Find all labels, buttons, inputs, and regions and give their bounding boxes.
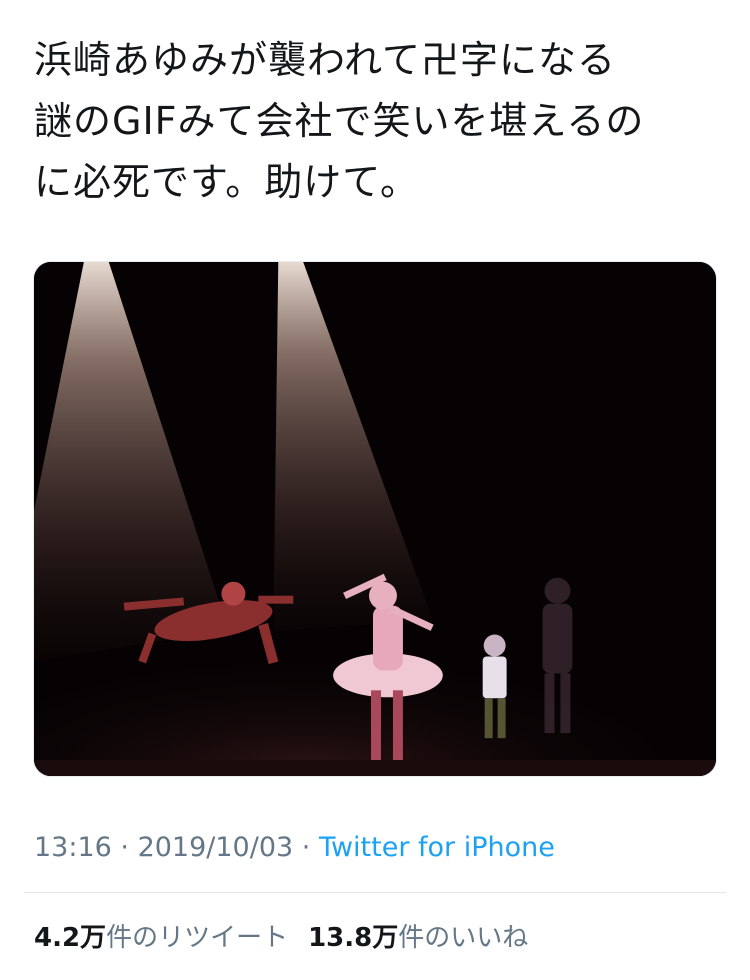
likes-label: 件のいいね [398, 923, 529, 953]
tweet-media-gif[interactable] [33, 261, 717, 777]
stage-scene-image [34, 262, 716, 776]
tweet-source-link[interactable]: Twitter for iPhone [319, 832, 555, 863]
meta-separator: · [111, 832, 138, 863]
tweet-time: 13:16 [34, 832, 112, 863]
retweets-stat[interactable]: 4.2万件のリツイート [34, 918, 288, 958]
retweets-count: 4.2万 [34, 923, 107, 953]
likes-count: 13.8万 [308, 923, 399, 953]
tweet-meta: 13:16 · 2019/10/03 · Twitter for iPhone [34, 828, 555, 868]
meta-separator: · [293, 832, 319, 863]
tweet-date[interactable]: 2019/10/03 [138, 832, 294, 863]
divider [24, 892, 726, 893]
tweet-text: 浜崎あゆみが襲われて卍字になる 謎のGIFみて会社で笑いを堪えるの に必死です。… [34, 38, 645, 204]
tweet-stats: 4.2万件のリツイート 13.8万件のいいね [34, 918, 548, 958]
likes-stat[interactable]: 13.8万件のいいね [308, 918, 528, 958]
retweets-label: 件のリツイート [106, 923, 289, 953]
